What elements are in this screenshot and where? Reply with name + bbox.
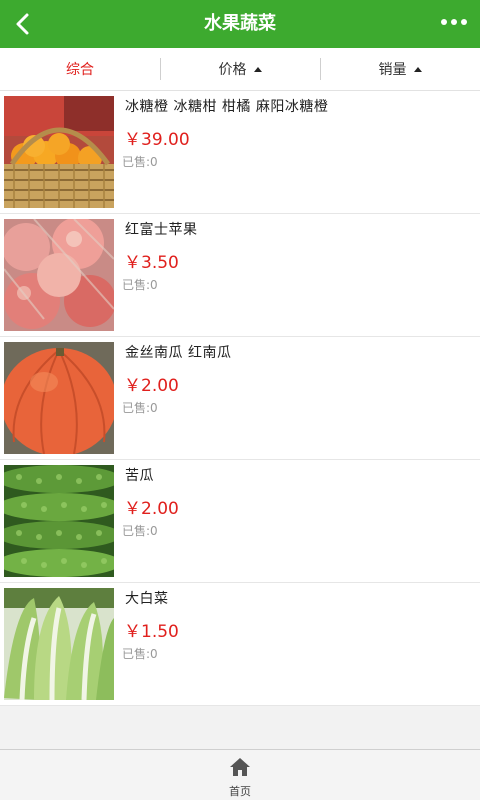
product-image-pumpkin bbox=[4, 342, 114, 454]
product-name: 金丝南瓜 红南瓜 bbox=[125, 345, 232, 361]
bottom-tab-bar: 首页 bbox=[0, 749, 480, 800]
tab-home[interactable]: 首页 bbox=[210, 750, 270, 800]
sort-label: 销量 bbox=[378, 62, 407, 78]
product-name: 苦瓜 bbox=[125, 468, 154, 484]
product-sold-count: 已售:0 bbox=[122, 155, 158, 169]
product-item[interactable]: 冰糖橙 冰糖柑 柑橘 麻阳冰糖橙 ￥39.00 已售:0 bbox=[0, 91, 480, 214]
product-image-cabbage bbox=[4, 588, 114, 700]
sort-label: 综合 bbox=[66, 62, 94, 78]
home-icon bbox=[230, 758, 250, 776]
product-price: ￥1.50 bbox=[124, 622, 179, 642]
more-dots-icon bbox=[441, 19, 467, 25]
more-button[interactable] bbox=[436, 6, 472, 42]
product-item[interactable]: 红富士苹果 ￥3.50 已售:0 bbox=[0, 214, 480, 337]
chevron-left-icon bbox=[16, 13, 29, 35]
sort-sales[interactable]: 销量 bbox=[320, 48, 480, 90]
back-button[interactable] bbox=[6, 6, 42, 42]
product-name: 大白菜 bbox=[125, 591, 169, 607]
sort-arrow-up-icon bbox=[413, 66, 422, 72]
tab-home-label: 首页 bbox=[229, 785, 251, 798]
app-header: 水果蔬菜 bbox=[0, 0, 480, 48]
page-title: 水果蔬菜 bbox=[204, 13, 276, 34]
product-name: 冰糖橙 冰糖柑 柑橘 麻阳冰糖橙 bbox=[125, 99, 329, 115]
product-image-apples bbox=[4, 219, 114, 331]
product-name: 红富士苹果 bbox=[125, 222, 198, 238]
sort-label: 价格 bbox=[218, 62, 247, 78]
product-price: ￥3.50 bbox=[124, 253, 179, 273]
product-item[interactable]: 大白菜 ￥1.50 已售:0 bbox=[0, 583, 480, 706]
product-item[interactable]: 苦瓜 ￥2.00 已售:0 bbox=[0, 460, 480, 583]
product-item[interactable]: 金丝南瓜 红南瓜 ￥2.00 已售:0 bbox=[0, 337, 480, 460]
product-image-bitter-melon bbox=[4, 465, 114, 577]
product-image-oranges bbox=[4, 96, 114, 208]
product-sold-count: 已售:0 bbox=[122, 524, 158, 538]
product-sold-count: 已售:0 bbox=[122, 401, 158, 415]
sort-bar: 综合 价格 销量 bbox=[0, 48, 480, 91]
product-sold-count: 已售:0 bbox=[122, 647, 158, 661]
sort-comprehensive[interactable]: 综合 bbox=[0, 48, 160, 90]
product-price: ￥2.00 bbox=[124, 499, 179, 519]
sort-price[interactable]: 价格 bbox=[160, 48, 320, 90]
product-sold-count: 已售:0 bbox=[122, 278, 158, 292]
product-price: ￥39.00 bbox=[124, 130, 190, 150]
sort-arrow-up-icon bbox=[253, 66, 262, 72]
product-price: ￥2.00 bbox=[124, 376, 179, 396]
product-list: 冰糖橙 冰糖柑 柑橘 麻阳冰糖橙 ￥39.00 已售:0 红富士苹果 ￥3.50… bbox=[0, 91, 480, 706]
